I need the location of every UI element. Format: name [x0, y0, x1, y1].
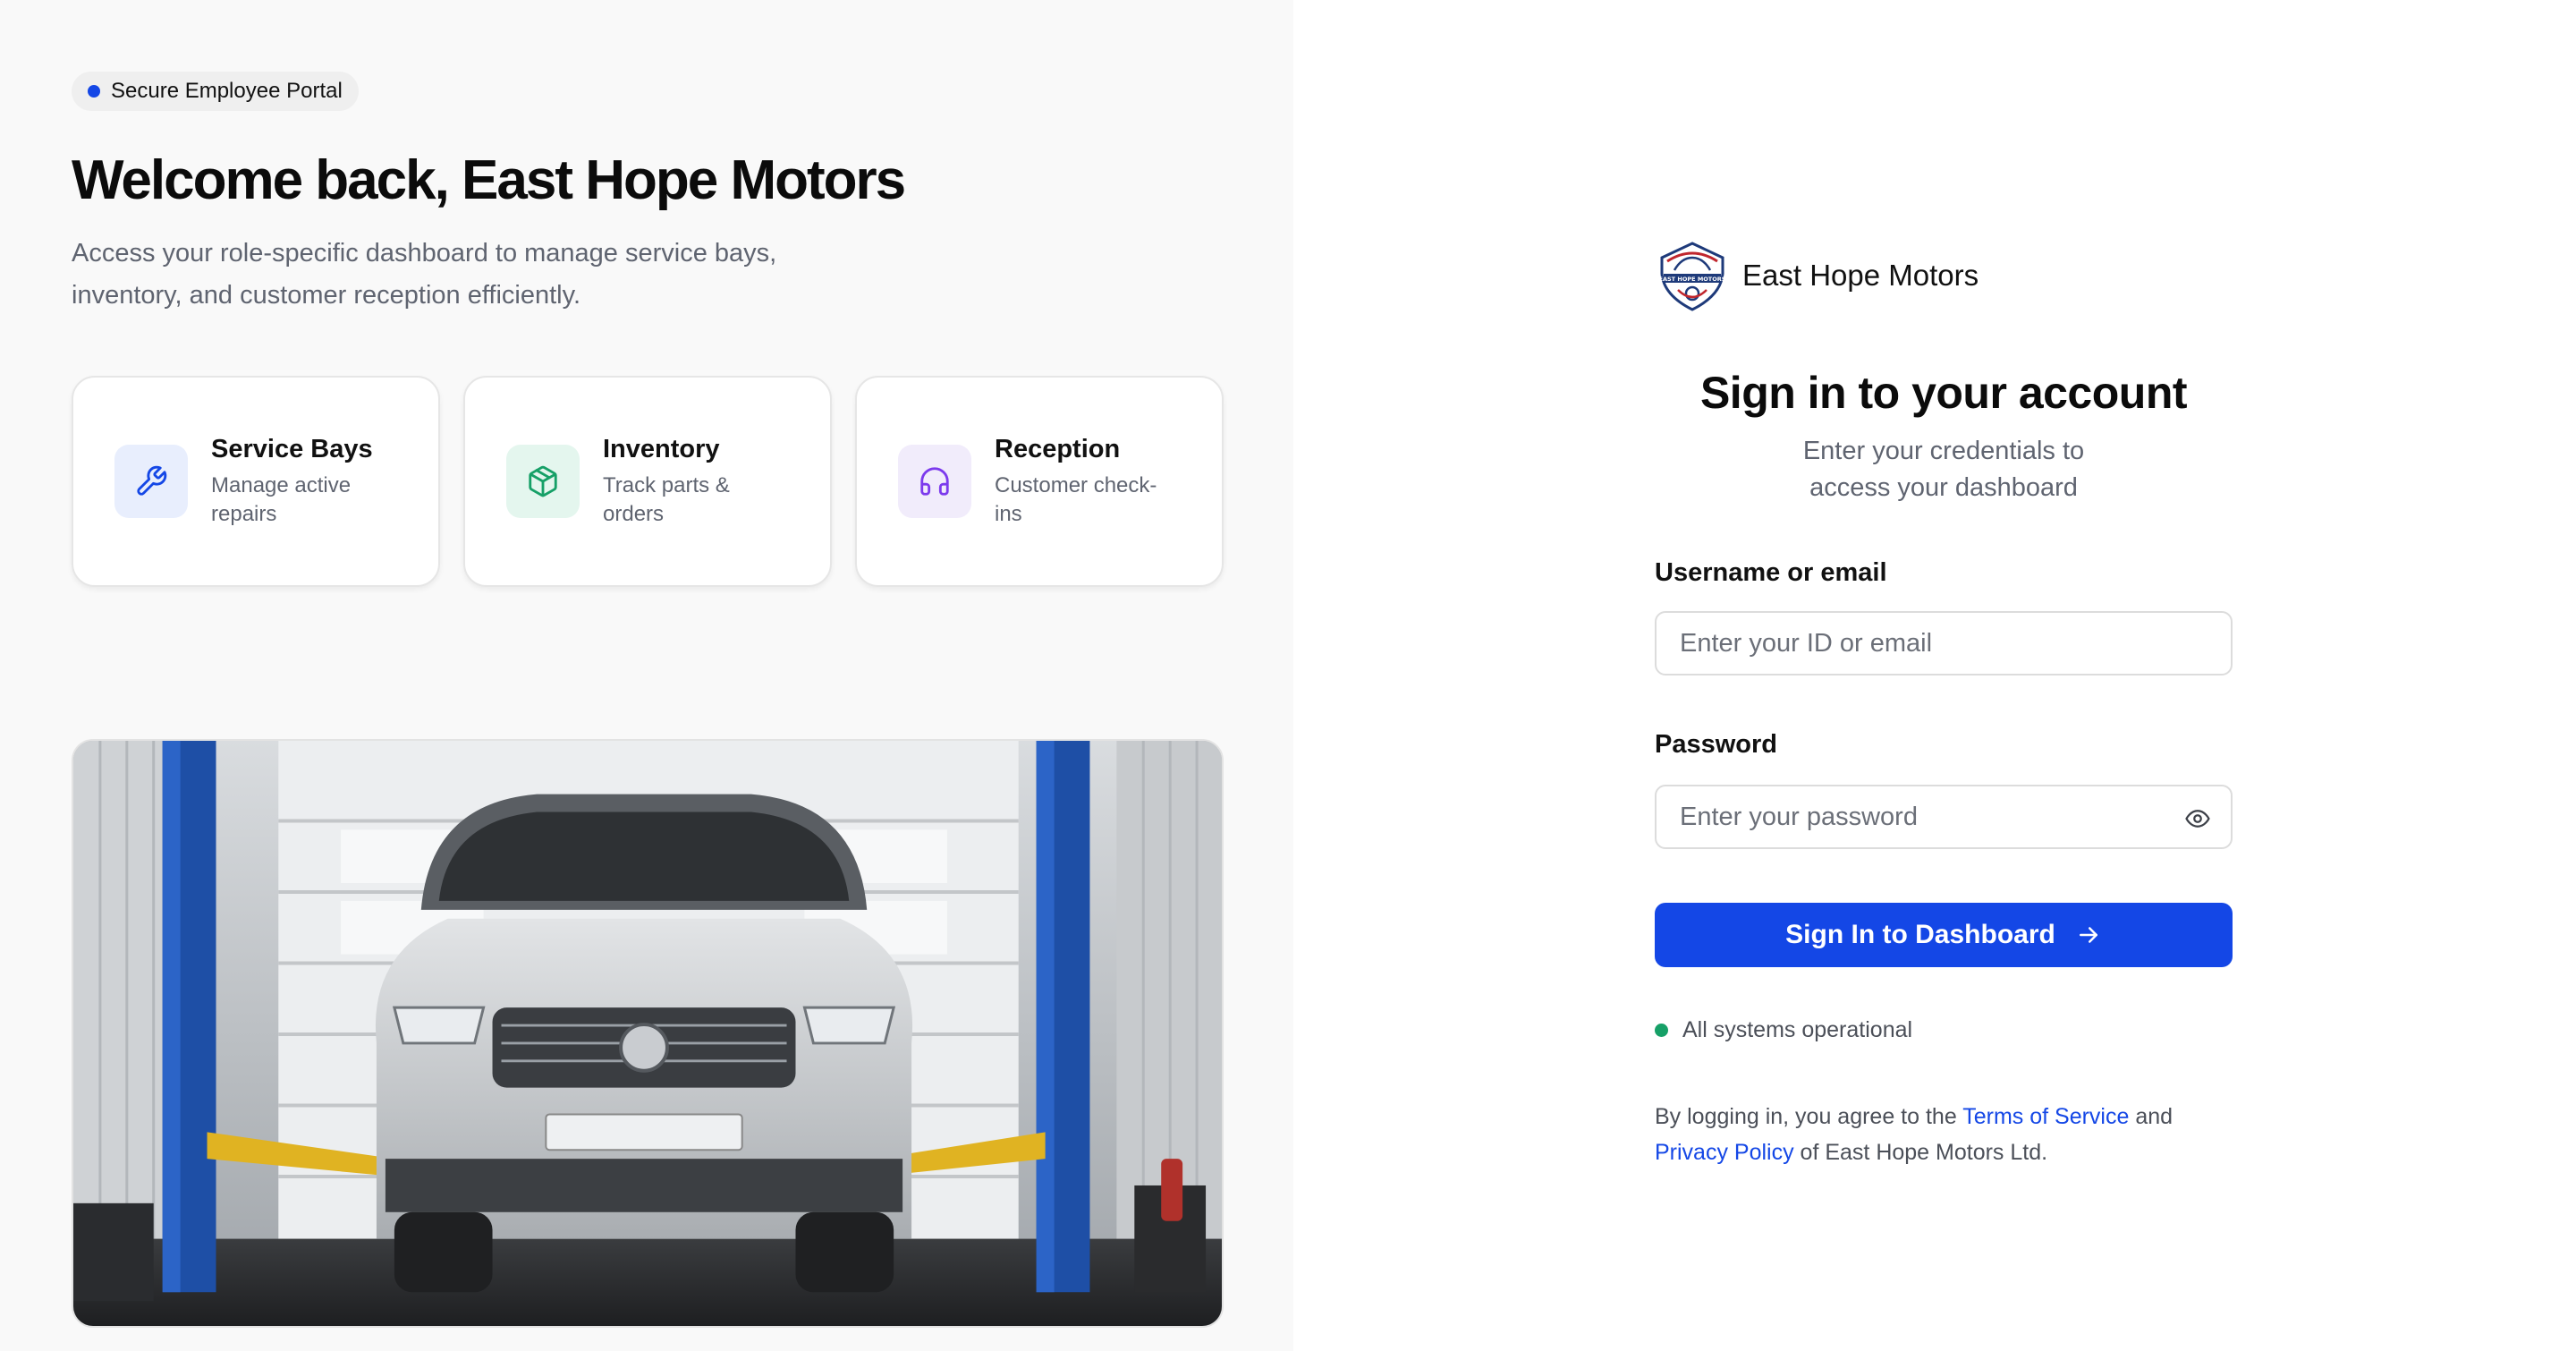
- username-label: Username or email: [1655, 558, 1887, 587]
- wrench-icon: [114, 445, 188, 519]
- feature-cards: Service Bays Manage active repairs Inven…: [72, 376, 1293, 588]
- status-text: All systems operational: [1682, 1017, 1913, 1042]
- box-icon: [506, 445, 580, 519]
- card-reception[interactable]: Reception Customer check-ins: [855, 376, 1224, 588]
- signin-subtitle-line: Enter your credentials to: [1802, 437, 2085, 465]
- login-page: Secure Employee Portal Welcome back, Eas…: [0, 0, 2576, 1351]
- signin-subtitle: Enter your credentials to access your da…: [1655, 433, 2233, 506]
- signin-title: Sign in to your account: [1699, 368, 2188, 418]
- badge-label: Secure Employee Portal: [111, 79, 343, 103]
- east-hope-motors-logo: EAST HOPE MOTORS: [1659, 242, 1726, 311]
- card-title: Reception: [995, 434, 1121, 463]
- username-input[interactable]: [1655, 611, 2233, 676]
- headphones-icon: [898, 445, 971, 519]
- card-inventory[interactable]: Inventory Track parts & orders: [463, 376, 832, 588]
- hero-panel: Secure Employee Portal Welcome back, Eas…: [0, 0, 1293, 1351]
- card-title: Inventory: [603, 434, 720, 463]
- eye-icon[interactable]: [2182, 803, 2213, 834]
- terms-of-service-link[interactable]: Terms of Service: [1962, 1104, 2129, 1129]
- password-input[interactable]: [1655, 785, 2233, 849]
- welcome-subtitle: Access your role-specific dashboard to m…: [72, 239, 777, 310]
- secure-portal-badge: Secure Employee Portal: [72, 72, 359, 111]
- legal-and: and: [2135, 1104, 2174, 1129]
- sign-in-button[interactable]: Sign In to Dashboard: [1655, 903, 2233, 967]
- system-status: All systems operational: [1655, 1017, 1912, 1043]
- sign-in-button-label: Sign In to Dashboard: [1785, 920, 2055, 949]
- card-service-bays[interactable]: Service Bays Manage active repairs: [72, 376, 440, 588]
- privacy-policy-link[interactable]: Privacy Policy: [1655, 1140, 1794, 1165]
- svg-text:EAST HOPE MOTORS: EAST HOPE MOTORS: [1659, 276, 1726, 283]
- legal-prefix: By logging in, you agree to the: [1655, 1104, 1957, 1129]
- welcome-title: Welcome back, East Hope Motors: [72, 149, 906, 211]
- brand-name: East Hope Motors: [1742, 259, 1979, 292]
- card-title: Service Bays: [211, 434, 373, 463]
- signin-subtitle-line: access your dashboard: [1809, 473, 2078, 502]
- card-desc: Track parts & orders: [603, 472, 730, 526]
- legal-notice: By logging in, you agree to the Terms of…: [1655, 1099, 2245, 1170]
- password-label: Password: [1655, 730, 1777, 759]
- garage-car-lift-photo: [72, 739, 1224, 1328]
- card-desc: Customer check-ins: [995, 472, 1157, 526]
- badge-dot: [88, 85, 100, 98]
- signin-panel: EAST HOPE MOTORS East Hope Motors Sign i…: [1293, 0, 2576, 1351]
- status-dot: [1655, 1024, 1668, 1037]
- arrow-right-icon: [2079, 927, 2097, 943]
- brand: EAST HOPE MOTORS East Hope Motors: [1655, 238, 1979, 313]
- card-desc: Manage active repairs: [211, 472, 352, 526]
- legal-suffix: of East Hope Motors Ltd.: [1800, 1140, 2048, 1165]
